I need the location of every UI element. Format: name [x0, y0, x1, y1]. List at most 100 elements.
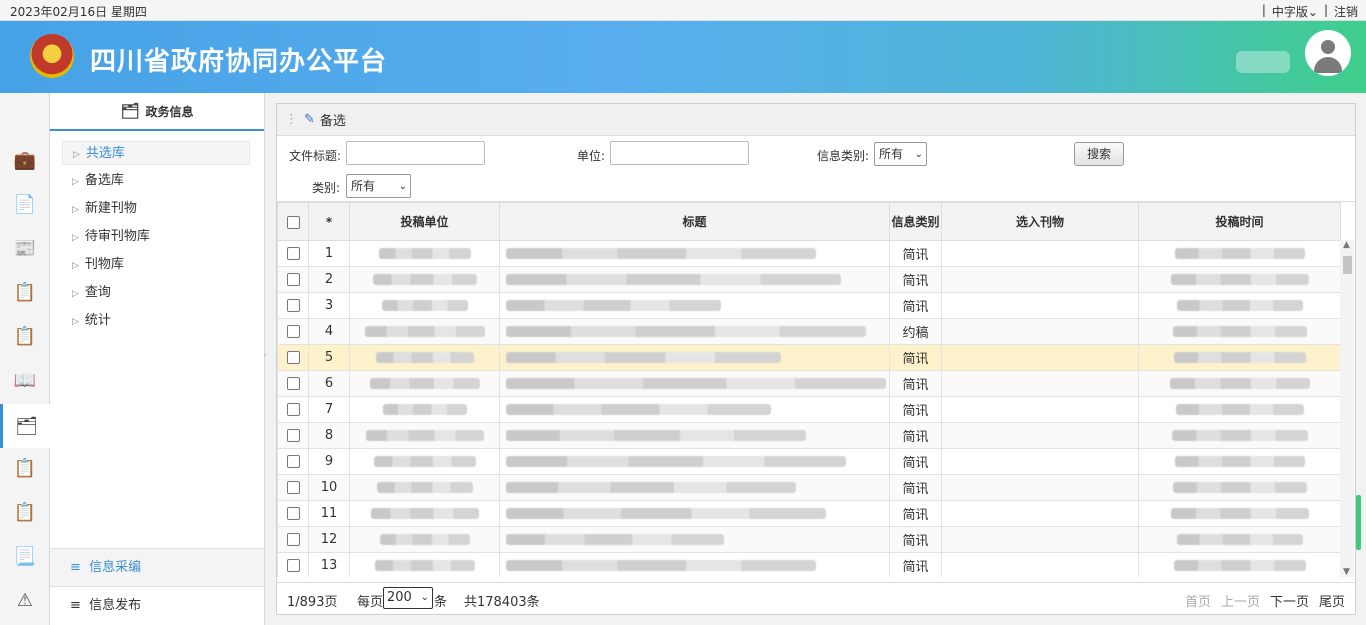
row-checkbox[interactable]: [277, 370, 309, 397]
row-info-type: 简讯: [889, 396, 942, 423]
book-icon[interactable]: 📖: [0, 358, 50, 402]
list-icon[interactable]: 📃: [0, 534, 50, 578]
last-page-link[interactable]: 尾页: [1319, 591, 1345, 610]
newspaper-icon[interactable]: 📰: [0, 226, 50, 270]
briefcase-icon[interactable]: 💼: [0, 138, 50, 182]
sidebar-item-candidate[interactable]: ▷ 备选库: [62, 169, 250, 193]
chevron-down-icon: ⌄: [420, 592, 429, 603]
row-checkbox[interactable]: [277, 526, 309, 553]
column-header-info-type[interactable]: 信息类别: [889, 202, 942, 241]
redacted-submit-time: [1138, 370, 1341, 397]
nav-info-publish[interactable]: ≡ 信息发布: [50, 586, 264, 624]
warning-icon[interactable]: ⚠: [0, 578, 50, 622]
page-scroll-indicator[interactable]: [1356, 495, 1361, 550]
table-row[interactable]: 4 约稿: [277, 318, 1341, 345]
row-checkbox[interactable]: [277, 240, 309, 267]
column-header-index: *: [308, 202, 350, 241]
table-row[interactable]: 5 简讯: [277, 344, 1341, 371]
scroll-down-icon[interactable]: ▼: [1343, 567, 1350, 577]
table-row[interactable]: 12 简讯: [277, 526, 1341, 553]
scroll-up-icon[interactable]: ▲: [1343, 240, 1350, 250]
sidebar-item-shared[interactable]: ▷ 共选库: [62, 141, 250, 165]
row-checkbox[interactable]: [277, 474, 309, 501]
table-row[interactable]: 8 简讯: [277, 422, 1341, 449]
redacted-title[interactable]: [499, 240, 890, 267]
row-checkbox[interactable]: [277, 318, 309, 345]
column-header-unit[interactable]: 投稿单位: [349, 202, 500, 241]
scrollbar-thumb[interactable]: [1343, 256, 1352, 274]
nav-info-editing[interactable]: ≡ 信息采编: [50, 548, 264, 586]
table-row[interactable]: 13 简讯: [277, 552, 1341, 577]
sidebar-item-pending[interactable]: ▷ 待审刊物库: [62, 225, 250, 249]
redacted-title[interactable]: [499, 552, 890, 577]
doc-title-input[interactable]: [346, 141, 485, 165]
category-select[interactable]: 所有 ⌄: [346, 174, 411, 198]
table-row[interactable]: 3 简讯: [277, 292, 1341, 319]
clipboard-icon[interactable]: 📋: [0, 490, 50, 534]
row-checkbox[interactable]: [277, 344, 309, 371]
clipboard-icon[interactable]: 📋: [0, 270, 50, 314]
redacted-title[interactable]: [499, 396, 890, 423]
clipboard-icon[interactable]: 📋: [0, 314, 50, 358]
collapse-handle[interactable]: ›: [263, 350, 267, 361]
language-switch[interactable]: 中字版⌄: [1272, 3, 1318, 20]
inbox-icon[interactable]: 🗂: [0, 404, 50, 448]
redacted-title[interactable]: [499, 474, 890, 501]
row-index: 11: [308, 500, 350, 527]
redacted-title[interactable]: [499, 292, 890, 319]
document-icon[interactable]: 📄: [0, 182, 50, 226]
redacted-title[interactable]: [499, 318, 890, 345]
table-row[interactable]: 1 简讯: [277, 240, 1341, 267]
search-button[interactable]: 搜索: [1074, 142, 1124, 166]
table-row[interactable]: 6 简讯: [277, 370, 1341, 397]
chevron-down-icon: ⌄: [398, 181, 407, 192]
sidebar-item-query[interactable]: ▷ 查询: [62, 281, 250, 305]
clipboard-icon[interactable]: 📋: [0, 446, 50, 490]
vertical-scrollbar[interactable]: ▲ ▼: [1340, 240, 1354, 577]
info-type-select[interactable]: 所有 ⌄: [874, 142, 927, 166]
divider: |: [1323, 3, 1328, 17]
redacted-submit-time: [1138, 344, 1341, 371]
table-row[interactable]: 9 简讯: [277, 448, 1341, 475]
row-checkbox[interactable]: [277, 396, 309, 423]
redacted-title[interactable]: [499, 526, 890, 553]
user-avatar[interactable]: [1305, 30, 1351, 76]
row-checkbox[interactable]: [277, 266, 309, 293]
sidebar-item-stats[interactable]: ▷ 统计: [62, 309, 250, 333]
per-page-select[interactable]: 200 ⌄: [383, 587, 433, 609]
row-publication: [941, 344, 1139, 371]
unit-input[interactable]: [610, 141, 749, 165]
edit-document-icon: ✎: [304, 112, 315, 127]
info-type-label: 信息类别:: [817, 149, 870, 163]
redacted-title[interactable]: [499, 448, 890, 475]
redacted-title[interactable]: [499, 500, 890, 527]
redacted-title[interactable]: [499, 370, 890, 397]
row-index: 12: [308, 526, 350, 553]
table-row[interactable]: 2 简讯: [277, 266, 1341, 293]
table-row[interactable]: 7 简讯: [277, 396, 1341, 423]
column-header-publication[interactable]: 选入刊物: [941, 202, 1139, 241]
row-info-type: 简讯: [889, 526, 942, 553]
redacted-title[interactable]: [499, 344, 890, 371]
redacted-title[interactable]: [499, 422, 890, 449]
row-checkbox[interactable]: [277, 448, 309, 475]
next-page-link[interactable]: 下一页: [1270, 591, 1309, 610]
row-checkbox[interactable]: [277, 292, 309, 319]
logout-link[interactable]: 注销: [1334, 3, 1358, 20]
row-index: 4: [308, 318, 350, 345]
caret-right-icon: ▷: [72, 177, 79, 187]
column-header-submit-time[interactable]: 投稿时间: [1138, 202, 1341, 241]
sidebar-item-publications[interactable]: ▷ 刊物库: [62, 253, 250, 277]
row-index: 7: [308, 396, 350, 423]
select-all-checkbox[interactable]: [277, 202, 309, 241]
table-row[interactable]: 11 简讯: [277, 500, 1341, 527]
sidebar-item-new-publication[interactable]: ▷ 新建刊物: [62, 197, 250, 221]
row-checkbox[interactable]: [277, 500, 309, 527]
prev-page-link[interactable]: 上一页: [1221, 591, 1260, 610]
column-header-title[interactable]: 标题: [499, 202, 890, 241]
row-checkbox[interactable]: [277, 552, 309, 577]
first-page-link[interactable]: 首页: [1185, 591, 1211, 610]
table-row[interactable]: 10 简讯: [277, 474, 1341, 501]
row-checkbox[interactable]: [277, 422, 309, 449]
redacted-title[interactable]: [499, 266, 890, 293]
